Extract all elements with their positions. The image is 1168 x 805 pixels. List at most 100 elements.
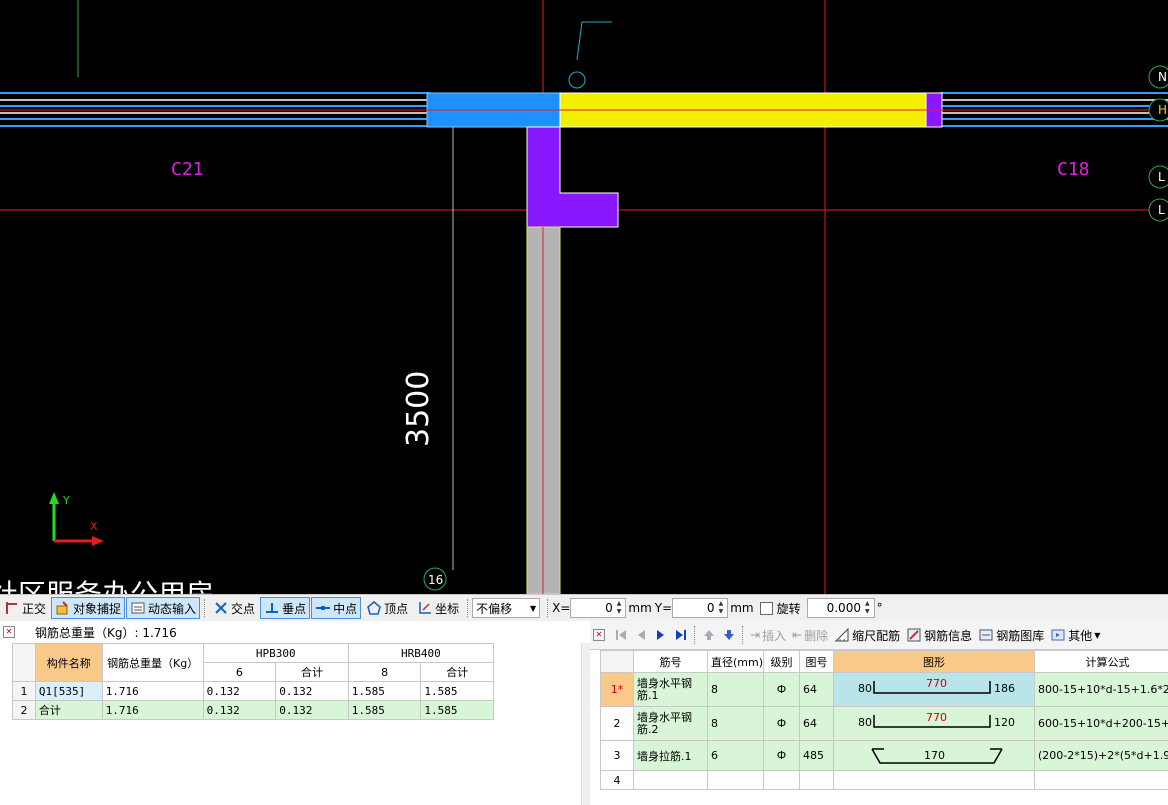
other-menu-button[interactable]: 其他 ▼ bbox=[1047, 627, 1103, 644]
move-down-icon[interactable] bbox=[721, 627, 737, 643]
bar-name-cell[interactable] bbox=[633, 770, 708, 790]
close-icon[interactable]: ✕ bbox=[3, 626, 15, 638]
table-row[interactable]: 1 Q1[535] 1.716 0.132 0.132 1.585 1.585 bbox=[12, 681, 494, 701]
table-row-total[interactable]: 2 合计 1.716 0.132 0.132 1.585 1.585 bbox=[12, 700, 494, 720]
column-header-formula[interactable]: 计算公式 bbox=[1034, 650, 1168, 673]
midpoint-snap-button[interactable]: 中点 bbox=[311, 597, 362, 619]
grade-cell[interactable]: Ф bbox=[763, 672, 800, 707]
rotate-spinner-icon[interactable]: ▲ ▼ bbox=[865, 600, 870, 616]
dynamic-input-button[interactable]: 动态输入 bbox=[126, 597, 201, 619]
grade-cell[interactable] bbox=[763, 770, 800, 790]
column-header-hpb-6[interactable]: 6 bbox=[202, 662, 277, 682]
vertical-scrollbar[interactable] bbox=[581, 643, 590, 805]
hpb6-cell[interactable]: 0.132 bbox=[202, 681, 277, 701]
vertex-snap-button[interactable]: 顶点 bbox=[362, 597, 412, 619]
intersection-snap-button[interactable]: 交点 bbox=[209, 597, 259, 619]
close-icon[interactable]: ✕ bbox=[593, 629, 605, 641]
column-header-hpb300[interactable]: HPB300 bbox=[202, 643, 349, 663]
shape-cell[interactable] bbox=[833, 770, 1035, 790]
delete-button[interactable]: ⇤ 删除 bbox=[789, 627, 831, 644]
delete-label: 删除 bbox=[804, 628, 829, 643]
column-header-hrb-sum[interactable]: 合计 bbox=[420, 662, 494, 682]
shape-cell[interactable]: 80 770 120 bbox=[833, 706, 1035, 741]
grid-marker-l1: L bbox=[1158, 170, 1165, 184]
coordinate-snap-button[interactable]: 坐标 bbox=[413, 597, 463, 619]
shape-mid-length: 170 bbox=[924, 749, 945, 762]
diameter-cell[interactable]: 8 bbox=[707, 706, 764, 741]
scale-rebar-button[interactable]: 缩尺配筋 bbox=[831, 627, 903, 644]
formula-cell[interactable]: 600-15+10*d+200-15+15* bbox=[1034, 706, 1168, 741]
formula-cell[interactable]: 800-15+10*d-15+1.6*29* bbox=[1034, 672, 1168, 707]
x-unit: mm bbox=[628, 601, 652, 615]
shape-right-length: 186 bbox=[994, 682, 1015, 695]
grade-cell[interactable]: Ф bbox=[763, 706, 800, 741]
column-header-grade[interactable]: 级别 bbox=[763, 650, 800, 673]
bar-name-cell[interactable]: 墙身水平钢筋.2 bbox=[633, 706, 708, 741]
midpoint-label: 中点 bbox=[333, 601, 358, 616]
shape-cell[interactable]: 170 bbox=[833, 740, 1035, 771]
shape-left-length: 80 bbox=[858, 716, 872, 729]
rotate-angle-input[interactable]: 0.000 ▲ ▼ bbox=[806, 598, 875, 618]
rebar-info-button[interactable]: 钢筋信息 bbox=[903, 627, 975, 644]
grade-cell[interactable]: Ф bbox=[763, 740, 800, 771]
l-shaped-column[interactable] bbox=[526, 126, 619, 228]
rotate-checkbox[interactable] bbox=[759, 601, 773, 615]
column-header-bar-no[interactable]: 筋号 bbox=[633, 650, 708, 673]
y-coordinate-input[interactable]: 0 ▲ ▼ bbox=[672, 598, 729, 618]
x-spinner-icon[interactable]: ▲ ▼ bbox=[617, 600, 622, 616]
column-header-shape[interactable]: 图形 bbox=[833, 650, 1035, 673]
column-header-hpb-sum[interactable]: 合计 bbox=[275, 662, 349, 682]
shape-cell[interactable]: 80 770 186 bbox=[833, 672, 1035, 707]
last-record-icon[interactable] bbox=[673, 627, 689, 643]
shape-no-cell[interactable]: 485 bbox=[799, 740, 834, 771]
column-header-name[interactable]: 构件名称 bbox=[34, 643, 103, 682]
hpb-sum-cell[interactable]: 0.132 bbox=[275, 700, 349, 720]
hrb-sum-cell[interactable]: 1.585 bbox=[420, 700, 494, 720]
bar-name-cell[interactable]: 墙身拉筋.1 bbox=[633, 740, 708, 771]
shape-no-cell[interactable]: 64 bbox=[799, 672, 834, 707]
object-snap-button[interactable]: 对象捕捉 bbox=[51, 597, 126, 619]
insert-button[interactable]: ⇥ 插入 bbox=[747, 627, 789, 644]
hpb6-cell[interactable]: 0.132 bbox=[202, 700, 277, 720]
delete-icon: ⇤ bbox=[792, 628, 803, 642]
component-name-cell[interactable]: 合计 bbox=[34, 700, 103, 720]
total-weight-cell[interactable]: 1.716 bbox=[101, 700, 204, 720]
rebar-library-button[interactable]: 钢筋图库 bbox=[975, 627, 1047, 644]
x-coordinate-input[interactable]: 0 ▲ ▼ bbox=[570, 598, 627, 618]
first-record-icon[interactable] bbox=[613, 627, 629, 643]
column-header-total[interactable]: 钢筋总重量（Kg） bbox=[101, 643, 204, 682]
shape-no-cell[interactable]: 64 bbox=[799, 706, 834, 741]
column-header-hrb-8[interactable]: 8 bbox=[347, 662, 422, 682]
offset-select[interactable]: 不偏移 ▼ bbox=[472, 598, 541, 618]
perpendicular-snap-button[interactable]: 垂点 bbox=[260, 597, 311, 619]
diameter-cell[interactable]: 8 bbox=[707, 672, 764, 707]
ortho-button[interactable]: 正交 bbox=[0, 597, 50, 619]
grid-marker-l2: L bbox=[1158, 203, 1165, 217]
y-spinner-icon[interactable]: ▲ ▼ bbox=[719, 600, 724, 616]
previous-record-icon[interactable] bbox=[633, 627, 649, 643]
diameter-cell[interactable] bbox=[707, 770, 764, 790]
bar-name-cell[interactable]: 墙身水平钢筋.1 bbox=[633, 672, 708, 707]
table-row[interactable]: 3 墙身拉筋.1 6 Ф 485 170 (200-2*15)+2*(5*d+1… bbox=[600, 740, 1168, 771]
move-up-icon[interactable] bbox=[701, 627, 717, 643]
component-name-cell[interactable]: Q1[535] bbox=[34, 681, 103, 701]
table-row[interactable]: 1* 墙身水平钢筋.1 8 Ф 64 80 770 186 800-15+10*… bbox=[600, 672, 1168, 707]
diameter-cell[interactable]: 6 bbox=[707, 740, 764, 771]
column-header-shape-no[interactable]: 图号 bbox=[799, 650, 834, 673]
cad-canvas[interactable]: N H L L C21 C18 3500 16 社区服务办公用房 Y X bbox=[0, 0, 1168, 594]
column-header-diameter[interactable]: 直径(mm) bbox=[707, 650, 764, 673]
formula-cell[interactable]: (200-2*15)+2*(5*d+1.9* bbox=[1034, 740, 1168, 771]
shape-no-cell[interactable] bbox=[799, 770, 834, 790]
formula-cell[interactable] bbox=[1034, 770, 1168, 790]
background-room-label: 社区服务办公用房 bbox=[0, 578, 214, 594]
grid-marker-n: N bbox=[1158, 70, 1167, 84]
table-row-empty[interactable]: 4 bbox=[600, 770, 1168, 790]
total-weight-cell[interactable]: 1.716 bbox=[101, 681, 204, 701]
hrb-sum-cell[interactable]: 1.585 bbox=[420, 681, 494, 701]
column-header-hrb400[interactable]: HRB400 bbox=[347, 643, 495, 663]
next-record-icon[interactable] bbox=[653, 627, 669, 643]
hpb-sum-cell[interactable]: 0.132 bbox=[275, 681, 349, 701]
hrb8-cell[interactable]: 1.585 bbox=[347, 700, 422, 720]
table-row[interactable]: 2 墙身水平钢筋.2 8 Ф 64 80 770 120 600-15+10*d… bbox=[600, 706, 1168, 741]
hrb8-cell[interactable]: 1.585 bbox=[347, 681, 422, 701]
